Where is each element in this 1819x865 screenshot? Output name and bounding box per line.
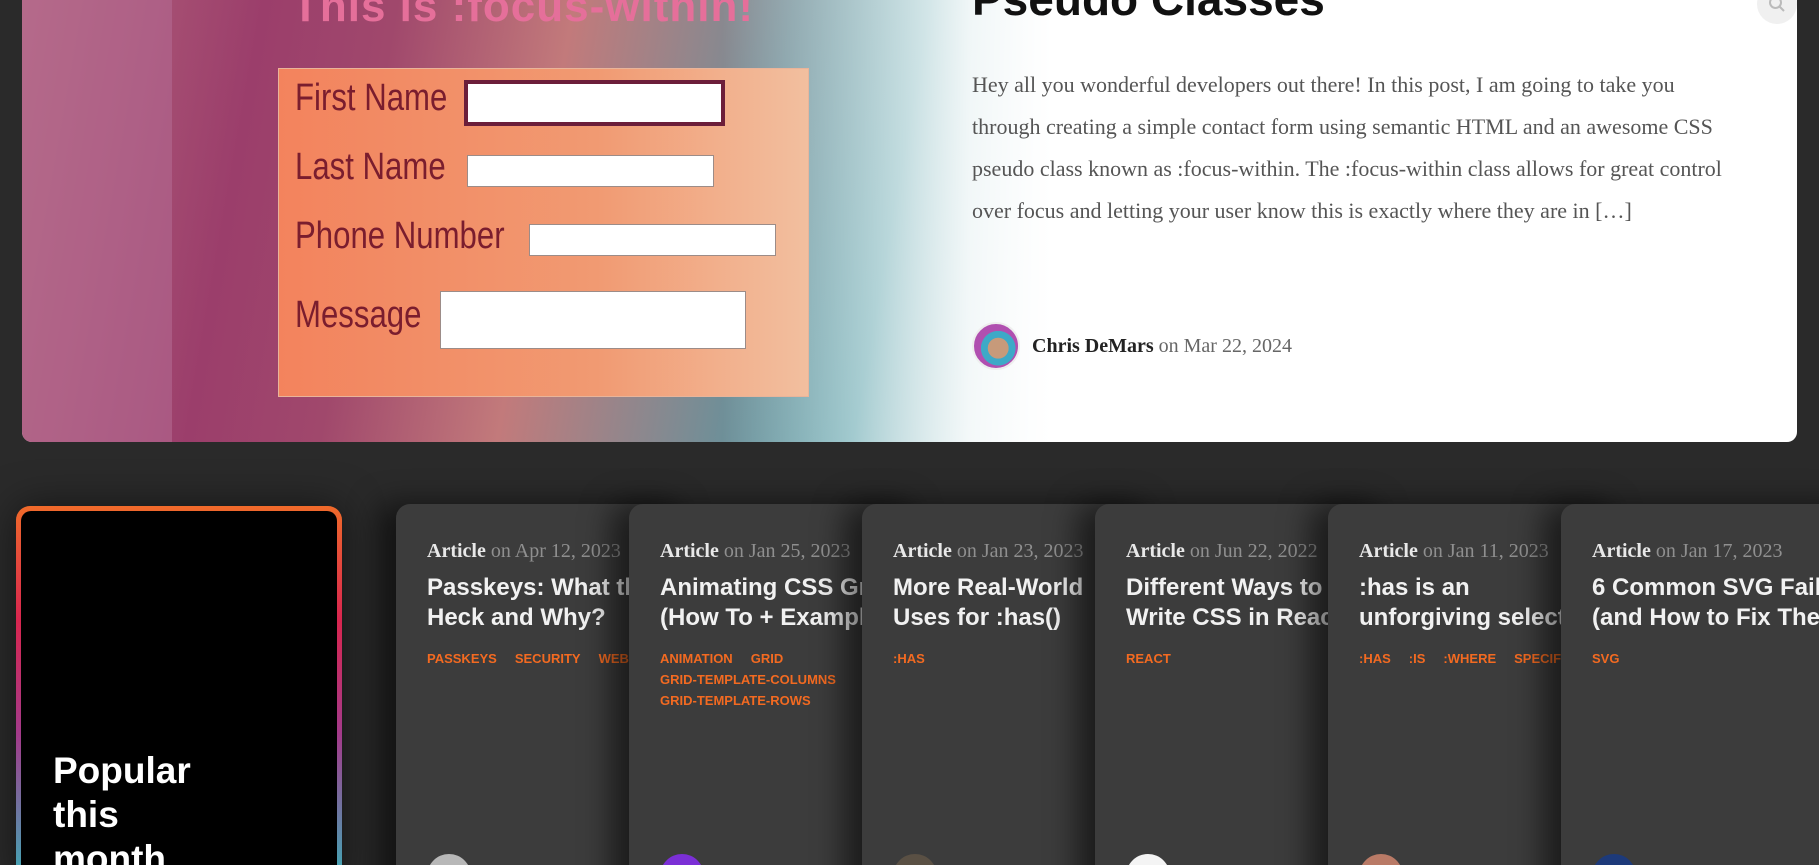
tag-link[interactable]: react	[1126, 651, 1171, 666]
featured-post-excerpt: Hey all you wonderful developers out the…	[972, 72, 1722, 223]
card-kind: Article	[660, 540, 719, 562]
tag-link[interactable]: grid	[751, 651, 784, 666]
card-kind: Article	[1359, 540, 1418, 562]
search-icon	[1769, 0, 1785, 12]
tag-link[interactable]: grid-template-rows	[660, 693, 811, 708]
mock-input-last-name	[467, 155, 714, 187]
card-kind: Article	[1126, 540, 1185, 562]
article-card[interactable]: Article on Jan 17, 2023 6 Common SVG Fail…	[1561, 504, 1819, 865]
featured-article-card[interactable]: This is :focus-within! First Name Last N…	[22, 0, 1797, 442]
featured-copy: Pseudo Classes Hey all you wonderful dev…	[972, 0, 1772, 442]
tag-link[interactable]: security	[515, 651, 581, 666]
featured-post-title[interactable]: Pseudo Classes	[972, 0, 1325, 26]
card-author-avatar[interactable]	[1592, 854, 1636, 865]
hero-mock-form: First Name Last Name Phone Number Messag…	[278, 68, 809, 397]
hero-left-strip	[22, 0, 172, 442]
popular-card-deck: Article on Apr 12, 2023 Passkeys: What th…	[396, 504, 1819, 865]
card-date: on Jan 23, 2023	[951, 540, 1084, 562]
tag-link[interactable]: :is	[1409, 651, 1426, 666]
card-author-avatar[interactable]	[427, 854, 471, 865]
card-date: on Apr 12, 2023	[485, 540, 621, 562]
author-byline: Chris DeMars on Mar 22, 2024	[1032, 335, 1292, 358]
card-author-avatar[interactable]	[893, 854, 937, 865]
tag-link[interactable]: animation	[660, 651, 733, 666]
popular-title: Popular this month	[53, 750, 191, 865]
tag-link[interactable]: grid-template-columns	[660, 672, 836, 687]
tag-link[interactable]: :has	[893, 651, 925, 666]
mock-label-first-name: First Name	[295, 77, 448, 119]
card-date: on Jan 25, 2023	[718, 540, 851, 562]
post-date: Mar 22, 2024	[1183, 334, 1292, 357]
date-prefix: on	[1158, 334, 1179, 357]
author-name[interactable]: Chris DeMars	[1032, 335, 1154, 357]
mock-textarea-message	[440, 291, 746, 349]
card-kind: Article	[893, 540, 952, 562]
mock-input-first-name	[464, 80, 725, 126]
popular-inner: Popular this month	[21, 511, 337, 865]
card-author-avatar[interactable]	[1359, 854, 1403, 865]
card-title[interactable]: 6 Common SVG Fails(and How to Fix Them)	[1592, 573, 1819, 633]
featured-author-line: Chris DeMars on Mar 22, 2024	[972, 322, 1292, 370]
card-kind: Article	[1592, 540, 1651, 562]
mock-input-phone-number	[529, 224, 776, 256]
author-avatar[interactable]	[972, 322, 1020, 370]
hero-headline: This is :focus-within!	[292, 0, 754, 31]
card-kind: Article	[427, 540, 486, 562]
tag-link[interactable]: :where	[1443, 651, 1496, 666]
card-author-avatar[interactable]	[660, 854, 704, 865]
card-date: on Jan 11, 2023	[1417, 540, 1549, 562]
mock-label-last-name: Last Name	[295, 146, 446, 188]
popular-this-month-card: Popular this month	[16, 506, 342, 865]
card-meta: Article on Jan 17, 2023	[1592, 540, 1819, 563]
mock-label-phone-number: Phone Number	[295, 215, 505, 257]
card-tags: svg	[1592, 651, 1819, 666]
card-date: on Jan 17, 2023	[1650, 540, 1783, 562]
card-author-avatar[interactable]	[1126, 854, 1170, 865]
card-date: on Jun 22, 2022	[1184, 540, 1318, 562]
featured-hero-image[interactable]: This is :focus-within! First Name Last N…	[22, 0, 1052, 442]
tag-link[interactable]: svg	[1592, 651, 1619, 666]
mock-label-message: Message	[295, 294, 422, 336]
tag-link[interactable]: passkeys	[427, 651, 497, 666]
tag-link[interactable]: :has	[1359, 651, 1391, 666]
